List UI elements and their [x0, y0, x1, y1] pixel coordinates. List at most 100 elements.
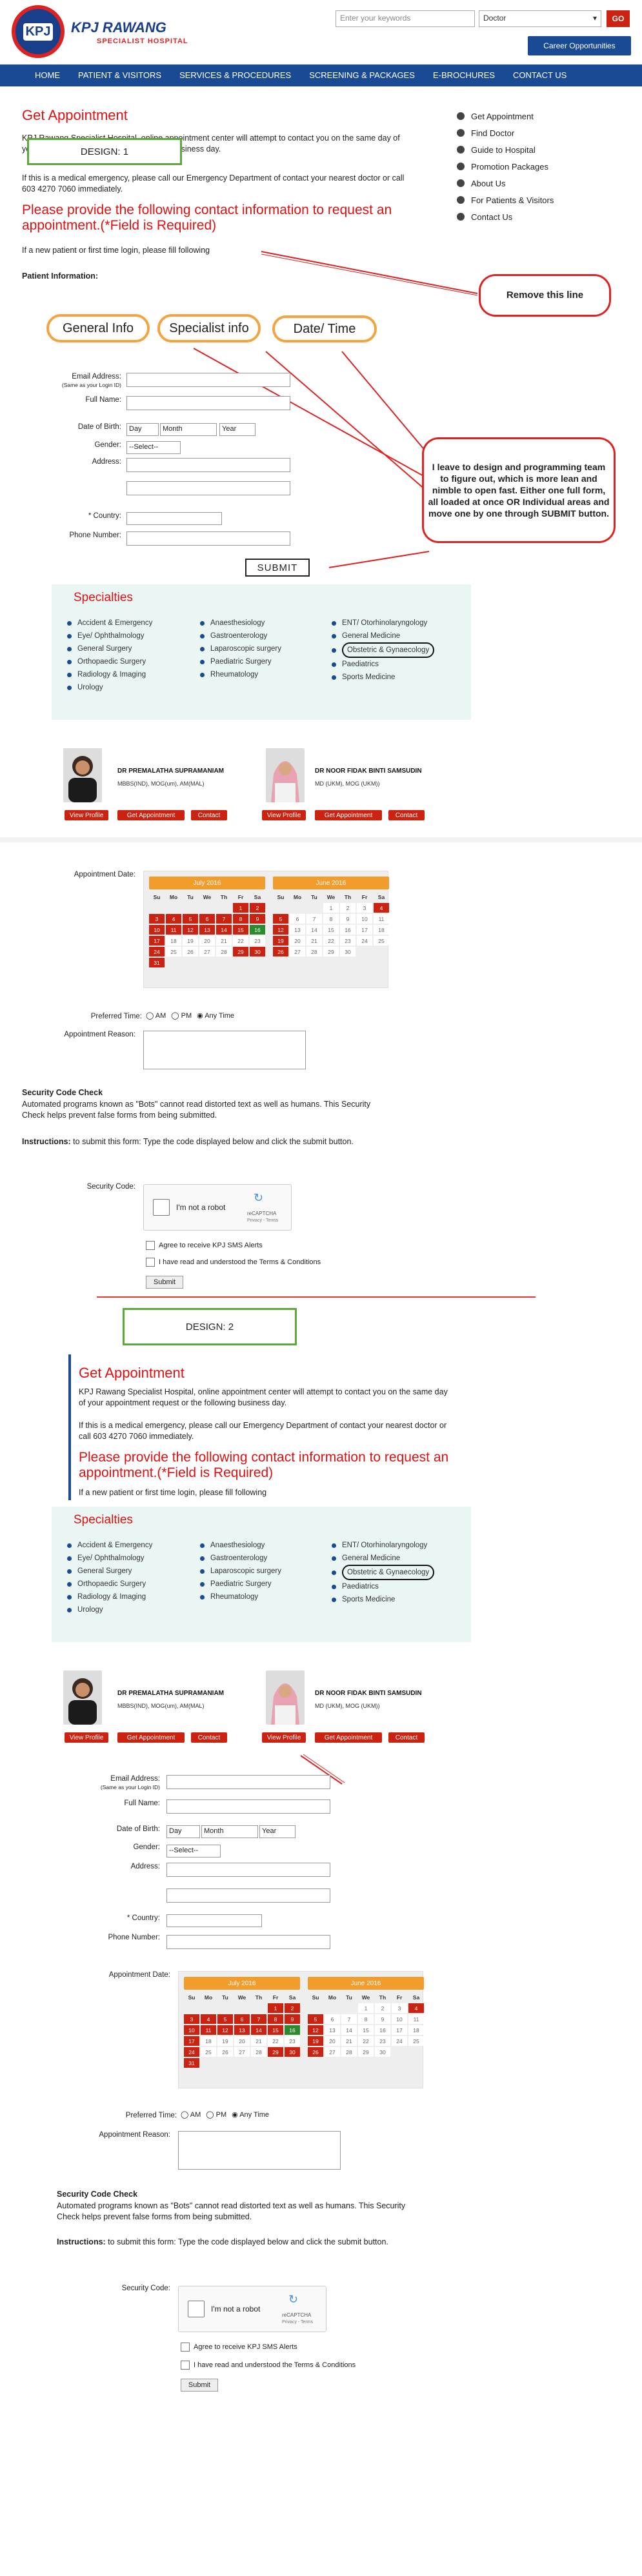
specialty-item[interactable]: Urology [67, 681, 152, 694]
calendar-month-header[interactable]: June 2016 [308, 1977, 424, 1990]
specialty-item[interactable]: Eye/ Ophthalmology [67, 1552, 152, 1565]
calendar-day[interactable]: 15 [233, 925, 248, 935]
calendar-day[interactable]: 18 [201, 2036, 216, 2046]
calendar-day[interactable]: 9 [250, 914, 265, 924]
dob-month-select[interactable]: Month [160, 423, 217, 436]
specialty-item[interactable]: Sports Medicine [332, 1593, 434, 1606]
calendar-day[interactable]: 28 [306, 947, 322, 956]
calendar-day[interactable]: 9 [340, 914, 356, 924]
calendar-day[interactable]: 17 [184, 2036, 199, 2046]
calendar-day[interactable]: 11 [166, 925, 181, 935]
submit-button[interactable]: SUBMIT [245, 559, 310, 577]
recaptcha-privacy[interactable]: Privacy - Terms [247, 1218, 278, 1223]
email-field[interactable] [126, 373, 290, 387]
calendar-day[interactable]: 4 [408, 2003, 424, 2013]
calendar-day[interactable]: 3 [184, 2014, 199, 2024]
specialty-item[interactable]: General Medicine [332, 1552, 434, 1565]
calendar-day[interactable]: 29 [268, 2047, 283, 2057]
specialty-item[interactable]: Orthopaedic Surgery [67, 655, 152, 668]
radio-pm[interactable]: ◯ PM [206, 2110, 226, 2119]
sms-checkbox-row[interactable]: Agree to receive KPJ SMS Alerts [181, 2343, 297, 2352]
calendar-day[interactable]: 3 [357, 903, 372, 913]
radio-am[interactable]: ◯ AM [181, 2110, 201, 2119]
calendar-day[interactable]: 3 [149, 914, 165, 924]
calendar-day[interactable]: 17 [149, 936, 165, 946]
calendar-month-header[interactable]: July 2016 [184, 1977, 300, 1990]
calendar-day[interactable]: 29 [323, 947, 339, 956]
specialty-item[interactable]: Anaesthesiology [200, 1539, 281, 1552]
appointment-reason-field[interactable] [143, 1031, 306, 1069]
calendar-day[interactable]: 1 [323, 903, 339, 913]
view-profile-button[interactable]: View Profile [65, 1732, 108, 1743]
calendar-day[interactable]: 2 [250, 903, 265, 913]
get-appointment-button[interactable]: Get Appointment [117, 1732, 185, 1743]
phone-field[interactable] [166, 1935, 330, 1949]
calendar-day[interactable]: 8 [323, 914, 339, 924]
get-appointment-button[interactable]: Get Appointment [315, 1732, 382, 1743]
calendar-day[interactable]: 27 [325, 2047, 340, 2057]
appointment-calendar[interactable]: July 2016 Su Mo Tu We Th Fr Sa 1 2 3 4 5 6 7 8 9 10 11 12 13… [143, 871, 389, 988]
calendar-day[interactable]: 27 [234, 2047, 250, 2057]
address-line2-field[interactable] [166, 1888, 330, 1903]
calendar-day[interactable]: 6 [290, 914, 305, 924]
calendar-day[interactable]: 22 [358, 2036, 374, 2046]
recaptcha-checkbox[interactable] [188, 2301, 205, 2317]
specialty-item[interactable]: Radiology & Imaging [67, 1590, 152, 1603]
calendar-day[interactable]: 2 [285, 2003, 300, 2013]
dob-year-select[interactable]: Year [259, 1825, 296, 1838]
specialty-item[interactable]: Laparoscopic surgery [200, 1565, 281, 1578]
calendar-day[interactable]: 5 [273, 914, 288, 924]
specialty-item[interactable]: Gastroenterology [200, 629, 281, 642]
contact-button[interactable]: Contact [191, 810, 227, 820]
calendar-day[interactable]: 28 [341, 2047, 357, 2057]
specialty-item[interactable]: ENT/ Otorhinolaryngology [332, 617, 434, 629]
calendar-day[interactable]: 8 [358, 2014, 374, 2024]
view-profile-button[interactable]: View Profile [262, 810, 306, 820]
calendar-day[interactable]: 27 [290, 947, 305, 956]
sms-checkbox[interactable] [146, 1241, 155, 1250]
specialty-item[interactable]: Orthopaedic Surgery [67, 1578, 152, 1590]
radio-anytime[interactable]: ◉ Any Time [197, 1011, 234, 1020]
get-appointment-button[interactable]: Get Appointment [315, 810, 382, 820]
calendar-day[interactable]: 9 [375, 2014, 390, 2024]
contact-button[interactable]: Contact [191, 1732, 227, 1743]
calendar-day[interactable]: 19 [183, 936, 198, 946]
dob-day-select[interactable]: Day [126, 423, 159, 436]
specialty-item[interactable]: General Medicine [332, 629, 434, 642]
calendar-day[interactable]: 26 [308, 2047, 323, 2057]
calendar-day[interactable]: 20 [325, 2036, 340, 2046]
tab-date-time[interactable]: Date/ Time [272, 315, 377, 342]
calendar-day[interactable]: 8 [268, 2014, 283, 2024]
calendar-day[interactable]: 19 [308, 2036, 323, 2046]
calendar-day[interactable]: 7 [251, 2014, 266, 2024]
specialty-item[interactable]: General Surgery [67, 1565, 152, 1578]
calendar-day[interactable]: 5 [183, 914, 198, 924]
calendar-day[interactable]: 30 [340, 947, 356, 956]
calendar-day[interactable]: 18 [166, 936, 181, 946]
terms-checkbox-row[interactable]: I have read and understood the Terms & C… [181, 2361, 356, 2370]
calendar-day[interactable]: 22 [323, 936, 339, 946]
specialty-item[interactable]: Sports Medicine [332, 671, 434, 684]
calendar-day[interactable]: 22 [268, 2036, 283, 2046]
calendar-month-header[interactable]: July 2016 [149, 877, 265, 889]
calendar-day[interactable]: 14 [306, 925, 322, 935]
dob-year-select[interactable]: Year [219, 423, 256, 436]
calendar-day[interactable]: 17 [357, 925, 372, 935]
calendar-day[interactable]: 8 [233, 914, 248, 924]
calendar-day[interactable]: 10 [392, 2014, 407, 2024]
calendar-day[interactable]: 25 [166, 947, 181, 956]
sms-checkbox-row[interactable]: Agree to receive KPJ SMS Alerts [146, 1241, 263, 1250]
calendar-day[interactable]: 1 [233, 903, 248, 913]
calendar-day[interactable]: 21 [216, 936, 232, 946]
calendar-day[interactable]: 13 [325, 2025, 340, 2035]
calendar-day[interactable]: 20 [234, 2036, 250, 2046]
calendar-day[interactable]: 21 [306, 936, 322, 946]
specialty-item[interactable]: Laparoscopic surgery [200, 642, 281, 655]
specialty-item[interactable]: Paediatric Surgery [200, 1578, 281, 1590]
specialty-item[interactable]: Radiology & Imaging [67, 668, 152, 681]
calendar-day[interactable]: 1 [358, 2003, 374, 2013]
gender-select[interactable]: --Select-- [166, 1845, 221, 1858]
calendar-day[interactable]: 30 [375, 2047, 390, 2057]
phone-field[interactable] [126, 531, 290, 546]
specialty-item[interactable]: Accident & Emergency [67, 617, 152, 629]
